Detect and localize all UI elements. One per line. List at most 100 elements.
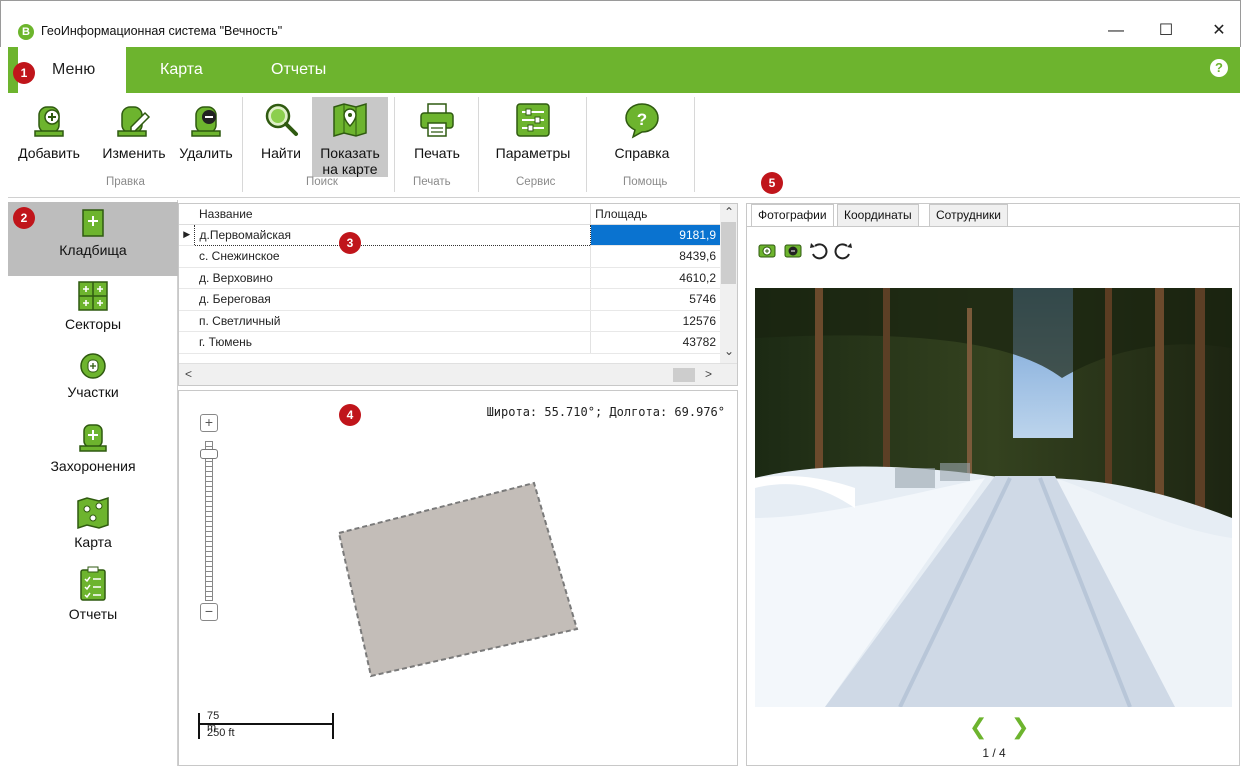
group-label-search: Поиск	[306, 176, 338, 188]
callout-badge-2: 2	[13, 207, 35, 229]
zoom-slider-thumb[interactable]	[200, 449, 218, 459]
row-header[interactable]	[179, 331, 195, 354]
map-icon	[77, 496, 109, 530]
cemetery-boundary-polygon[interactable]	[329, 471, 589, 691]
cell-area[interactable]: 8439,6	[590, 245, 721, 268]
row-header[interactable]	[179, 288, 195, 311]
row-header[interactable]	[179, 310, 195, 332]
nav-item-plots[interactable]: Участки	[8, 352, 178, 414]
table-row[interactable]: д. Береговая 5746	[179, 288, 721, 311]
edit-label: Изменить	[102, 145, 166, 161]
nav-label-sectors: Секторы	[64, 316, 122, 332]
group-label-edit: Правка	[106, 176, 145, 188]
rotate-left-icon[interactable]	[810, 243, 828, 260]
row-header-corner	[179, 204, 195, 225]
table-row[interactable]: с. Снежинское 8439,6	[179, 245, 721, 268]
callout-badge-1: 1	[13, 62, 35, 84]
scroll-down-icon[interactable]: ⌄	[724, 344, 734, 358]
map-pin-icon	[333, 102, 367, 138]
column-header-name[interactable]: Название	[194, 204, 592, 225]
callout-badge-3: 3	[339, 232, 361, 254]
cell-name[interactable]: д. Верховино	[194, 267, 592, 289]
add-record-icon	[34, 106, 64, 137]
ribbon-separator	[242, 97, 243, 192]
grid-table: Название Площадь ▶ д.Первомайская 9181,9 с.…	[179, 204, 721, 354]
tab-reports[interactable]: Отчеты	[271, 47, 326, 93]
help-icon[interactable]: ?	[1210, 59, 1228, 77]
tab-photos[interactable]: Фотографии	[751, 204, 834, 227]
cell-name[interactable]: д. Береговая	[194, 288, 592, 311]
delete-record-icon	[191, 106, 221, 137]
grid-vertical-scrollbar[interactable]: ⌃ ⌄	[720, 204, 737, 364]
title-bar: В ГеоИнформационная система "Вечность" —…	[0, 0, 1241, 47]
scroll-left-icon[interactable]: <	[185, 367, 192, 381]
cemetery-photo	[755, 288, 1232, 707]
cell-area[interactable]: 12576	[590, 310, 721, 332]
row-pointer-icon[interactable]: ▶	[179, 224, 195, 246]
ribbon-separator	[586, 97, 587, 192]
cemetery-icon	[82, 209, 104, 237]
nav-label-plots: Участки	[67, 384, 119, 400]
scroll-right-icon[interactable]: >	[705, 367, 712, 381]
toolbar-ribbon: Добавить Изменить Удалить Найти Показать…	[8, 93, 1240, 198]
cell-name[interactable]: с. Снежинское	[194, 245, 592, 268]
nav-item-sectors[interactable]: Секторы	[8, 280, 178, 346]
nav-label-reports: Отчеты	[68, 606, 118, 622]
grid-horizontal-scrollbar[interactable]: < >	[179, 363, 737, 385]
maximize-button[interactable]: ☐	[1151, 19, 1181, 43]
cell-area[interactable]: 4610,2	[590, 267, 721, 289]
find-button[interactable]: Найти	[252, 97, 310, 175]
table-row[interactable]: д. Верховино 4610,2	[179, 267, 721, 289]
table-row[interactable]: п. Светличный 12576	[179, 310, 721, 332]
nav-item-reports[interactable]: Отчеты	[8, 566, 178, 626]
print-label: Печать	[414, 145, 460, 161]
next-photo-button[interactable]: ❯	[1011, 714, 1029, 740]
add-button[interactable]: Добавить	[8, 97, 90, 175]
zoom-slider[interactable]	[205, 441, 213, 601]
edit-record-icon	[117, 106, 151, 137]
params-button[interactable]: Параметры	[488, 97, 578, 175]
delete-button[interactable]: Удалить	[174, 97, 238, 175]
column-header-area[interactable]: Площадь	[590, 204, 721, 225]
delete-label: Удалить	[179, 145, 233, 161]
nav-item-map[interactable]: Карта	[8, 496, 178, 556]
map-view[interactable]: Широта: 55.710°; Долгота: 69.976° + − 75…	[178, 390, 738, 766]
edit-button[interactable]: Изменить	[94, 97, 174, 175]
scale-feet-label: 250 ft	[207, 727, 235, 739]
table-row[interactable]: ▶ д.Первомайская 9181,9	[179, 223, 721, 246]
sliders-icon	[516, 103, 550, 137]
prev-photo-button[interactable]: ❮	[969, 714, 987, 740]
cell-name[interactable]: п. Светличный	[194, 310, 592, 332]
row-header[interactable]	[179, 245, 195, 268]
scroll-up-icon[interactable]: ⌃	[724, 205, 734, 219]
cell-area[interactable]: 5746	[590, 288, 721, 311]
minimize-button[interactable]: —	[1101, 19, 1131, 43]
zoom-in-button[interactable]: +	[200, 414, 218, 432]
add-photo-icon[interactable]	[758, 244, 776, 258]
tab-map[interactable]: Карта	[160, 47, 203, 93]
help-button[interactable]: ? Справка	[604, 97, 680, 175]
tab-coordinates[interactable]: Координаты	[837, 204, 919, 226]
horizontal-scroll-thumb[interactable]	[673, 368, 695, 382]
photo-toolbar	[757, 240, 857, 260]
rotate-right-icon[interactable]	[834, 243, 852, 260]
tab-employees[interactable]: Сотрудники	[929, 204, 1008, 226]
sectors-icon	[78, 281, 108, 311]
vertical-scroll-thumb[interactable]	[721, 222, 736, 284]
ribbon-separator	[694, 97, 695, 192]
nav-item-burials[interactable]: Захоронения	[8, 422, 178, 484]
print-button[interactable]: Печать	[404, 97, 470, 175]
cell-area[interactable]: 43782	[590, 331, 721, 354]
zoom-out-button[interactable]: −	[200, 603, 218, 621]
delete-photo-icon[interactable]	[784, 244, 802, 258]
magnifier-icon	[265, 103, 298, 136]
window-title: ГеоИнформационная система "Вечность"	[41, 24, 283, 38]
cell-name[interactable]: д.Первомайская	[194, 223, 592, 246]
callout-badge-4: 4	[339, 404, 361, 426]
row-header[interactable]	[179, 267, 195, 289]
cell-name[interactable]: г. Тюмень	[194, 331, 592, 354]
close-button[interactable]: ✕	[1204, 19, 1234, 43]
cell-area[interactable]: 9181,9	[590, 224, 721, 246]
show-on-map-button[interactable]: Показать на карте	[312, 97, 388, 177]
table-row[interactable]: г. Тюмень 43782	[179, 331, 721, 354]
